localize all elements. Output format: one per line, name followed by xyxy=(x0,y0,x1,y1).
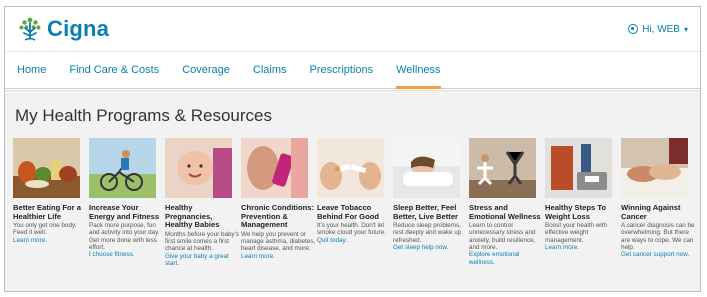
program-title[interactable]: Leave Tobacco Behind For Good xyxy=(317,203,393,221)
program-description: Learn to control unnecessary stress and … xyxy=(469,222,536,252)
hands-image[interactable] xyxy=(621,138,688,198)
program-description: Reduce sleep problems, rest deeply and w… xyxy=(393,222,462,244)
chevron-down-icon: ▾ xyxy=(683,24,688,34)
program-card[interactable]: Leave Tobacco Behind For Good It's your h… xyxy=(317,138,393,267)
user-menu[interactable]: Hi, WEB ▾ xyxy=(628,24,688,35)
program-card[interactable]: Increase Your Energy and Fitness Pack mor… xyxy=(89,138,165,267)
program-card[interactable]: Better Eating For a Healthier Life You on… xyxy=(13,138,89,267)
program-card[interactable]: Chronic Conditions: Prevention & Managem… xyxy=(241,138,317,267)
page-title: My Health Programs & Resources xyxy=(15,106,272,125)
cigna-logo[interactable]: Cigna xyxy=(17,16,109,42)
user-circle-icon xyxy=(628,24,639,34)
program-link[interactable]: I choose fitness. xyxy=(89,251,165,258)
user-greeting: Hi, WEB xyxy=(642,23,680,35)
broken-cigarette-image[interactable] xyxy=(317,138,384,198)
program-description: A cancer diagnosis can be overwhelming. … xyxy=(621,222,695,252)
program-list: Better Eating For a Healthier Life You on… xyxy=(13,138,696,267)
program-card[interactable]: Sleep Better, Feel Better, Live Better Re… xyxy=(393,138,469,267)
tab-claims[interactable]: Claims xyxy=(253,52,287,89)
program-description: Boost your health with effective weight … xyxy=(545,222,607,244)
program-description: Months before your baby's first smile co… xyxy=(165,230,240,253)
program-link[interactable]: Explore emotional wellness. xyxy=(469,251,545,266)
sleeping-woman-image[interactable] xyxy=(393,138,460,198)
program-link[interactable]: Learn more. xyxy=(241,253,317,260)
program-card[interactable]: Healthy Steps To Weight Loss Boost your h… xyxy=(545,138,621,267)
program-description: Pack more purpose, fun and activity into… xyxy=(89,222,160,252)
tab-wellness[interactable]: Wellness xyxy=(396,52,441,89)
program-description: You only get one body. Feed it well. xyxy=(13,222,77,237)
program-title[interactable]: Chronic Conditions: Prevention & Managem… xyxy=(241,203,317,230)
tab-coverage[interactable]: Coverage xyxy=(182,52,230,89)
program-card[interactable]: Healthy Pregnancies, Healthy Babies Month… xyxy=(165,138,241,267)
program-title[interactable]: Healthy Pregnancies, Healthy Babies xyxy=(165,203,241,230)
tab-prescriptions[interactable]: Prescriptions xyxy=(310,52,374,89)
inhaler-image[interactable] xyxy=(241,138,308,198)
program-title[interactable]: Healthy Steps To Weight Loss xyxy=(545,203,621,221)
main-nav: Home Find Care & Costs Coverage Claims Presc… xyxy=(5,51,700,89)
cyclist-image[interactable] xyxy=(89,138,156,198)
program-link[interactable]: Quit today. xyxy=(317,237,393,244)
tab-home[interactable]: Home xyxy=(17,52,46,89)
program-card[interactable]: Winning Against Cancer A cancer diagnosis… xyxy=(621,138,697,267)
yoga-image[interactable] xyxy=(469,138,536,198)
brand-name: Cigna xyxy=(47,16,110,41)
program-link[interactable]: Get sleep help now. xyxy=(393,244,469,251)
program-card[interactable]: Stress and Emotional Wellness Learn to co… xyxy=(469,138,545,267)
program-link[interactable]: Get cancer support now. xyxy=(621,251,697,258)
program-link[interactable]: Learn more. xyxy=(13,237,89,244)
program-title[interactable]: Better Eating For a Healthier Life xyxy=(13,203,89,221)
program-title[interactable]: Sleep Better, Feel Better, Live Better xyxy=(393,203,469,221)
program-title[interactable]: Stress and Emotional Wellness xyxy=(469,203,545,221)
app-window: Cigna Hi, WEB ▾ Home Find Care & Costs Cov… xyxy=(4,6,701,292)
program-title[interactable]: Winning Against Cancer xyxy=(621,203,697,221)
food-image[interactable] xyxy=(13,138,80,198)
header: Cigna Hi, WEB ▾ xyxy=(5,7,700,51)
main-content: My Health Programs & Resources Better Ea… xyxy=(5,90,700,291)
program-description: It's your health. Don't let smoke cloud … xyxy=(317,222,386,237)
baby-image[interactable] xyxy=(165,138,232,198)
program-link[interactable]: Give your baby a great start. xyxy=(165,253,241,268)
tab-find-care-costs[interactable]: Find Care & Costs xyxy=(69,52,159,89)
tree-of-life-icon xyxy=(19,17,41,41)
scale-image[interactable] xyxy=(545,138,612,198)
program-title[interactable]: Increase Your Energy and Fitness xyxy=(89,203,165,221)
program-description: We help you prevent or manage asthma, di… xyxy=(241,230,316,253)
program-link[interactable]: Learn more. xyxy=(545,244,621,251)
